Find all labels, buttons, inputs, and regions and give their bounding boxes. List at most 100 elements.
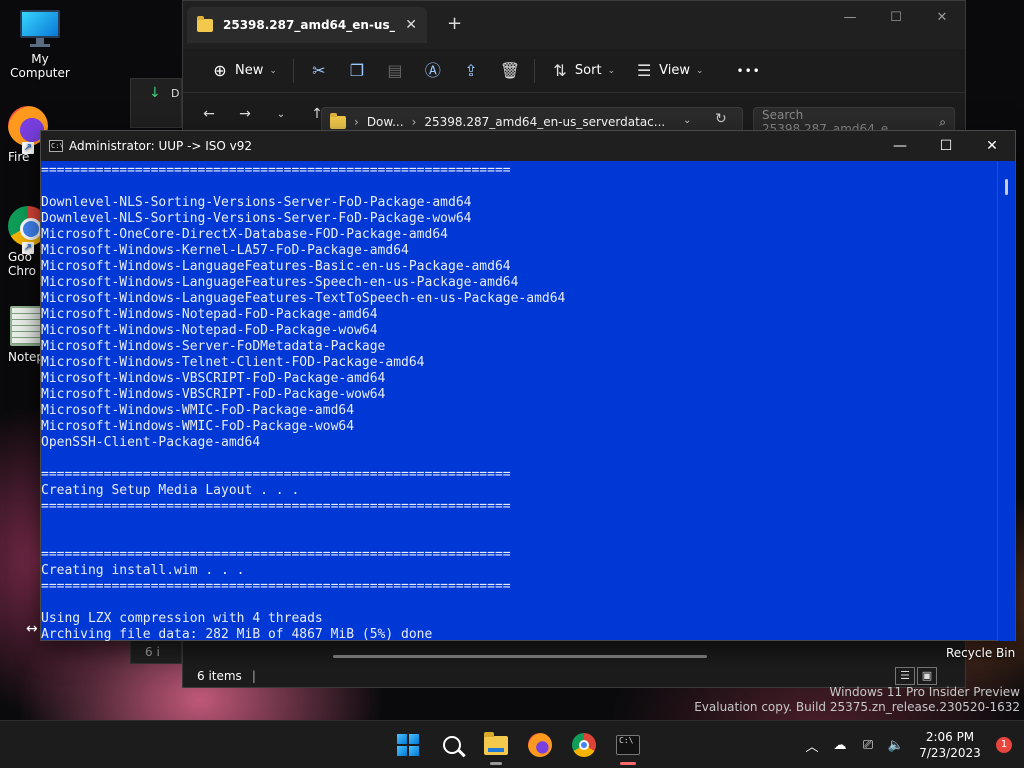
refresh-icon[interactable]: ↻ [715, 111, 727, 127]
explorer-statusbar: 6 items | [183, 665, 965, 687]
scissors-icon: ✂ [312, 60, 326, 80]
taskbar-file-explorer[interactable] [474, 723, 518, 767]
watermark-line: Windows 11 Pro Insider Preview [829, 685, 1020, 699]
console-line: Microsoft-OneCore-DirectX-Database-FOD-P… [41, 227, 448, 242]
item-count: 6 items [197, 669, 242, 683]
console-line: Using LZX compression with 4 threads [41, 611, 323, 626]
horizontal-scrollbar[interactable] [333, 655, 707, 658]
status-divider: | [251, 669, 256, 683]
address-dropdown-icon[interactable]: ⌄ [683, 115, 691, 126]
chevron-down-icon: ⌄ [695, 65, 704, 76]
vertical-scrollbar[interactable] [997, 161, 1015, 641]
console-title: Administrator: UUP -> ISO v92 [69, 139, 253, 153]
console-line: Microsoft-Windows-Notepad-FoD-Package-wo… [41, 323, 378, 338]
taskbar-search-button[interactable] [430, 723, 474, 767]
new-label: New [235, 63, 264, 78]
taskbar-chrome[interactable] [562, 723, 606, 767]
console-titlebar[interactable]: C:\ Administrator: UUP -> ISO v92 — ☐ ✕ [41, 131, 1015, 161]
volume-icon[interactable]: 🔈 [882, 738, 910, 753]
tiles-view-button[interactable]: ▣ [917, 667, 937, 685]
console-line: Downlevel-NLS-Sorting-Versions-Server-Fo… [41, 211, 472, 226]
sort-button[interactable]: ⇅ Sort ⌄ [541, 53, 625, 89]
active-indicator [620, 762, 636, 765]
new-tab-button[interactable]: + [447, 13, 462, 34]
console-line: ========================================… [41, 163, 511, 178]
sort-icon: ⇅ [553, 60, 567, 80]
more-options-button[interactable]: ••• [727, 53, 771, 89]
new-button[interactable]: ⊕ New ⌄ [201, 53, 287, 89]
breadcrumb-chevron-icon: › [354, 115, 359, 129]
explorer-tab-title: 25398.287_amd64_en-us_serv [223, 18, 396, 32]
back-arrow-icon[interactable]: ← [193, 106, 225, 122]
chevron-up-icon[interactable]: ︿ [798, 736, 826, 755]
maximize-button[interactable]: ☐ [873, 1, 919, 33]
resize-cursor-icon: ↔ [26, 621, 38, 637]
console-line: Microsoft-Windows-LanguageFeatures-TextT… [41, 291, 566, 306]
copy-button[interactable]: ❐ [338, 53, 376, 89]
scrollbar-thumb[interactable] [1005, 179, 1008, 195]
close-tab-icon[interactable]: ✕ [405, 17, 417, 33]
explorer-titlebar[interactable]: 25398.287_amd64_en-us_serv ✕ + — ☐ ✕ [183, 1, 965, 49]
more-icon: ••• [736, 63, 761, 78]
console-line: Microsoft-Windows-WMIC-FoD-Package-wow64 [41, 419, 355, 434]
console-output[interactable]: ========================================… [41, 161, 999, 641]
monitor-icon [18, 8, 62, 48]
chrome-icon [572, 733, 596, 757]
console-line: Downlevel-NLS-Sorting-Versions-Server-Fo… [41, 195, 472, 210]
pane-label: D [171, 87, 180, 100]
trash-icon: 🗑 [499, 60, 521, 80]
close-button[interactable]: ✕ [919, 1, 965, 33]
delete-button[interactable]: 🗑 [490, 53, 528, 89]
evaluation-watermark: Windows 11 Pro Insider Preview Evaluatio… [694, 685, 1020, 715]
chevron-down-icon: ⌄ [607, 65, 616, 76]
taskbar-firefox[interactable] [518, 723, 562, 767]
minimize-button[interactable]: — [877, 131, 923, 161]
maximize-button[interactable]: ☐ [923, 131, 969, 161]
console-line: Creating Setup Media Layout . . . [41, 483, 300, 498]
network-icon[interactable]: ⎚ [854, 738, 882, 753]
console-line: Microsoft-Windows-VBSCRIPT-FoD-Package-w… [41, 387, 386, 402]
forward-arrow-icon[interactable]: → [229, 106, 261, 122]
desktop-icon-label: My Computer [10, 52, 70, 80]
folder-icon [197, 15, 213, 32]
console-line: ========================================… [41, 499, 511, 514]
start-button[interactable] [386, 723, 430, 767]
console-line: ========================================… [41, 467, 511, 482]
rename-icon: Ⓐ [424, 60, 441, 80]
clock-time: 2:06 PM [925, 730, 975, 744]
download-icon: ↓ [149, 85, 161, 101]
share-button[interactable]: ⇪ [452, 53, 490, 89]
recent-chevron-icon[interactable]: ⌄ [265, 109, 297, 120]
background-window-status: 6 i [130, 640, 182, 664]
taskbar: C:\ ︿ ☁ ⎚ 🔈 2:06 PM 7/23/2023 1 [0, 720, 1024, 768]
close-button[interactable]: ✕ [969, 131, 1015, 161]
console-window[interactable]: C:\ Administrator: UUP -> ISO v92 — ☐ ✕ … [40, 130, 1016, 641]
file-explorer-icon [484, 731, 508, 755]
taskbar-terminal[interactable]: C:\ [606, 723, 650, 767]
rename-button[interactable]: Ⓐ [414, 53, 452, 89]
breadcrumb-item[interactable]: 25398.287_amd64_en-us_serverdatac... [424, 115, 665, 129]
clock[interactable]: 2:06 PM 7/23/2023 [910, 729, 990, 761]
console-line: Microsoft-Windows-LanguageFeatures-Speec… [41, 275, 519, 290]
desktop-icon-my-computer[interactable]: My Computer [0, 8, 80, 80]
console-line: Microsoft-Windows-WMIC-FoD-Package-amd64 [41, 403, 355, 418]
minimize-button[interactable]: — [827, 1, 873, 33]
details-view-button[interactable]: ☰ [895, 667, 915, 685]
console-app-icon: C:\ [49, 140, 64, 152]
cloud-offline-icon[interactable]: ☁ [826, 738, 854, 753]
watermark-line: Evaluation copy. Build 25375.zn_release.… [694, 700, 1020, 714]
plus-circle-icon: ⊕ [213, 60, 227, 80]
breadcrumb-item[interactable]: Dow... [367, 115, 404, 129]
shortcut-arrow-icon: ↗ [22, 142, 34, 154]
cut-button[interactable]: ✂ [300, 53, 338, 89]
clock-date: 7/23/2023 [919, 746, 981, 760]
view-button[interactable]: ☰ View ⌄ [625, 53, 713, 89]
recycle-bin-label[interactable]: Recycle Bin [946, 646, 1015, 660]
copy-icon: ❐ [349, 60, 365, 80]
notification-badge[interactable]: 1 [996, 737, 1012, 753]
explorer-tab[interactable]: 25398.287_amd64_en-us_serv ✕ [187, 7, 427, 43]
paste-button[interactable]: ▤ [376, 53, 414, 89]
